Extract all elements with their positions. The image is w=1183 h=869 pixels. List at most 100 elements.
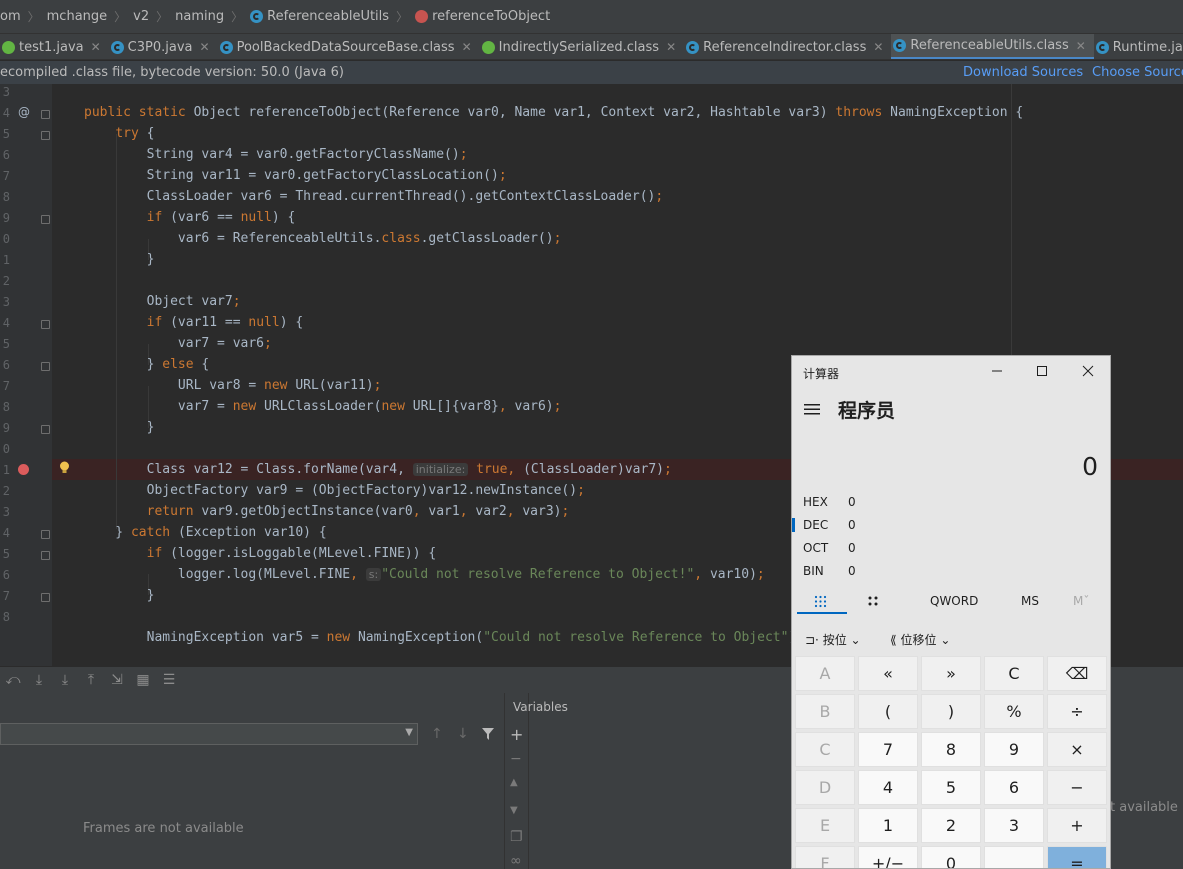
- tab-c3p0[interactable]: C3P0.java ✕: [109, 34, 218, 59]
- calc-key[interactable]: 9: [984, 732, 1044, 767]
- run-to-cursor-icon[interactable]: ⇲: [104, 672, 130, 688]
- calc-key[interactable]: +: [1047, 808, 1107, 843]
- code-line: return var9.getObjectInstance(var0, var1…: [146, 504, 570, 519]
- calc-key[interactable]: 8: [921, 732, 981, 767]
- evaluate-icon[interactable]: ▦: [130, 672, 156, 688]
- close-icon[interactable]: [1081, 364, 1095, 378]
- memory-store-button[interactable]: MS: [1021, 594, 1039, 608]
- close-icon[interactable]: ✕: [666, 40, 676, 54]
- calc-key[interactable]: D: [795, 770, 855, 805]
- chevron-right-icon: 〉: [114, 10, 127, 24]
- trace-icon[interactable]: ☰: [156, 672, 182, 688]
- breadcrumb-item-referenceableutils[interactable]: ReferenceableUtils: [250, 9, 389, 24]
- calc-key[interactable]: 1: [858, 808, 918, 843]
- fold-marker-icon[interactable]: [41, 362, 50, 371]
- close-icon[interactable]: ✕: [91, 40, 101, 54]
- word-size-button[interactable]: QWORD: [930, 594, 978, 608]
- breadcrumb-item-referencetoobject[interactable]: referenceToObject: [415, 9, 550, 24]
- calc-key[interactable]: «: [858, 656, 918, 691]
- restore-layout-icon[interactable]: ⤺: [0, 672, 26, 688]
- calc-key[interactable]: 6: [984, 770, 1044, 805]
- breadcrumb-label: naming: [175, 9, 225, 24]
- fold-marker-icon[interactable]: [41, 593, 50, 602]
- close-icon[interactable]: ✕: [462, 40, 472, 54]
- selected-radix-indicator: [792, 518, 795, 532]
- breadcrumb-item-naming[interactable]: naming: [175, 9, 224, 24]
- breakpoint-icon[interactable]: [18, 464, 29, 475]
- fold-marker-icon[interactable]: [41, 215, 50, 224]
- calc-key[interactable]: B: [795, 694, 855, 729]
- filter-icon[interactable]: [482, 728, 494, 740]
- calc-key[interactable]: 5: [921, 770, 981, 805]
- radix-hex[interactable]: HEX 0: [803, 495, 856, 509]
- triangle-up-icon[interactable]: ▲: [510, 777, 518, 788]
- line-number: 8: [2, 190, 10, 204]
- fold-marker-icon[interactable]: [41, 320, 50, 329]
- download-sources-link[interactable]: Download Sources: [963, 65, 1083, 80]
- arrow-down-icon[interactable]: ↓: [457, 726, 469, 742]
- fold-marker-icon[interactable]: [41, 551, 50, 560]
- calc-key[interactable]: ): [921, 694, 981, 729]
- radix-dec[interactable]: DEC 0: [803, 518, 856, 532]
- close-icon[interactable]: ✕: [200, 40, 210, 54]
- calc-key[interactable]: F: [795, 846, 855, 868]
- memory-dropdown-button[interactable]: Mˇ: [1073, 594, 1089, 608]
- breadcrumb-item-om[interactable]: om: [0, 9, 21, 24]
- calc-key[interactable]: »: [921, 656, 981, 691]
- bitwise-dropdown[interactable]: ⊐· 按位 ⌄: [805, 631, 861, 648]
- copy-icon[interactable]: ❐: [510, 829, 523, 845]
- bit-toggle-icon[interactable]: [867, 595, 880, 608]
- step-out-icon[interactable]: ⤒: [78, 672, 104, 688]
- fold-marker-icon[interactable]: [41, 131, 50, 140]
- calc-key[interactable]: 2: [921, 808, 981, 843]
- calc-key[interactable]: ÷: [1047, 694, 1107, 729]
- thread-select[interactable]: ▼: [0, 723, 418, 745]
- calc-key[interactable]: C: [795, 732, 855, 767]
- tab-referenceindirector[interactable]: ReferenceIndirector.class ✕: [684, 34, 891, 59]
- tab-test1[interactable]: test1.java ✕: [0, 34, 109, 59]
- calc-key[interactable]: −: [1047, 770, 1107, 805]
- glasses-icon[interactable]: ∞: [510, 853, 522, 869]
- calc-key[interactable]: A: [795, 656, 855, 691]
- calc-key[interactable]: (: [858, 694, 918, 729]
- calc-key[interactable]: 7: [858, 732, 918, 767]
- calc-key[interactable]: 4: [858, 770, 918, 805]
- close-icon[interactable]: ✕: [1076, 39, 1086, 53]
- tab-indirectlyserialized[interactable]: IndirectlySerialized.class ✕: [480, 34, 684, 59]
- tab-runtime[interactable]: Runtime.java✕: [1094, 34, 1183, 59]
- choose-sources-link[interactable]: Choose Sources...: [1092, 65, 1183, 80]
- close-icon[interactable]: ✕: [873, 40, 883, 54]
- calc-key[interactable]: +/−: [858, 846, 918, 868]
- maximize-icon[interactable]: [1035, 364, 1049, 378]
- calc-key[interactable]: 0: [921, 846, 981, 868]
- triangle-down-icon[interactable]: ▼: [510, 805, 518, 816]
- line-number: 9: [2, 421, 10, 435]
- step-over-icon[interactable]: ⤓: [26, 672, 52, 688]
- calc-key[interactable]: =: [1047, 846, 1107, 868]
- keypad-icon[interactable]: [814, 595, 827, 608]
- calc-key[interactable]: ⌫: [1047, 656, 1107, 691]
- breadcrumb-item-v2[interactable]: v2: [133, 9, 149, 24]
- fold-marker-icon[interactable]: [41, 530, 50, 539]
- tab-referenceableutils[interactable]: ReferenceableUtils.class ✕: [891, 34, 1094, 59]
- fold-marker-icon[interactable]: [41, 425, 50, 434]
- calc-key[interactable]: [984, 846, 1044, 868]
- bitshift-dropdown[interactable]: ⟪ 位移位 ⌄: [890, 631, 950, 648]
- radix-bin[interactable]: BIN 0: [803, 564, 856, 578]
- arrow-up-icon[interactable]: ↑: [431, 726, 443, 742]
- calc-key[interactable]: ×: [1047, 732, 1107, 767]
- calc-key[interactable]: C: [984, 656, 1044, 691]
- lightbulb-icon[interactable]: [59, 461, 70, 474]
- minimize-icon[interactable]: [990, 364, 1004, 378]
- radix-oct[interactable]: OCT 0: [803, 541, 856, 555]
- breadcrumb-item-mchange[interactable]: mchange: [47, 9, 108, 24]
- calc-key[interactable]: E: [795, 808, 855, 843]
- calc-key[interactable]: 3: [984, 808, 1044, 843]
- tab-poolbackeddatasourcebase[interactable]: PoolBackedDataSourceBase.class ✕: [218, 34, 480, 59]
- minus-icon[interactable]: −: [510, 751, 522, 767]
- calc-key[interactable]: %: [984, 694, 1044, 729]
- fold-marker-icon[interactable]: [41, 110, 50, 119]
- hamburger-menu-icon[interactable]: [804, 403, 820, 415]
- step-into-icon[interactable]: ⤓: [52, 672, 78, 688]
- add-icon[interactable]: +: [510, 725, 523, 744]
